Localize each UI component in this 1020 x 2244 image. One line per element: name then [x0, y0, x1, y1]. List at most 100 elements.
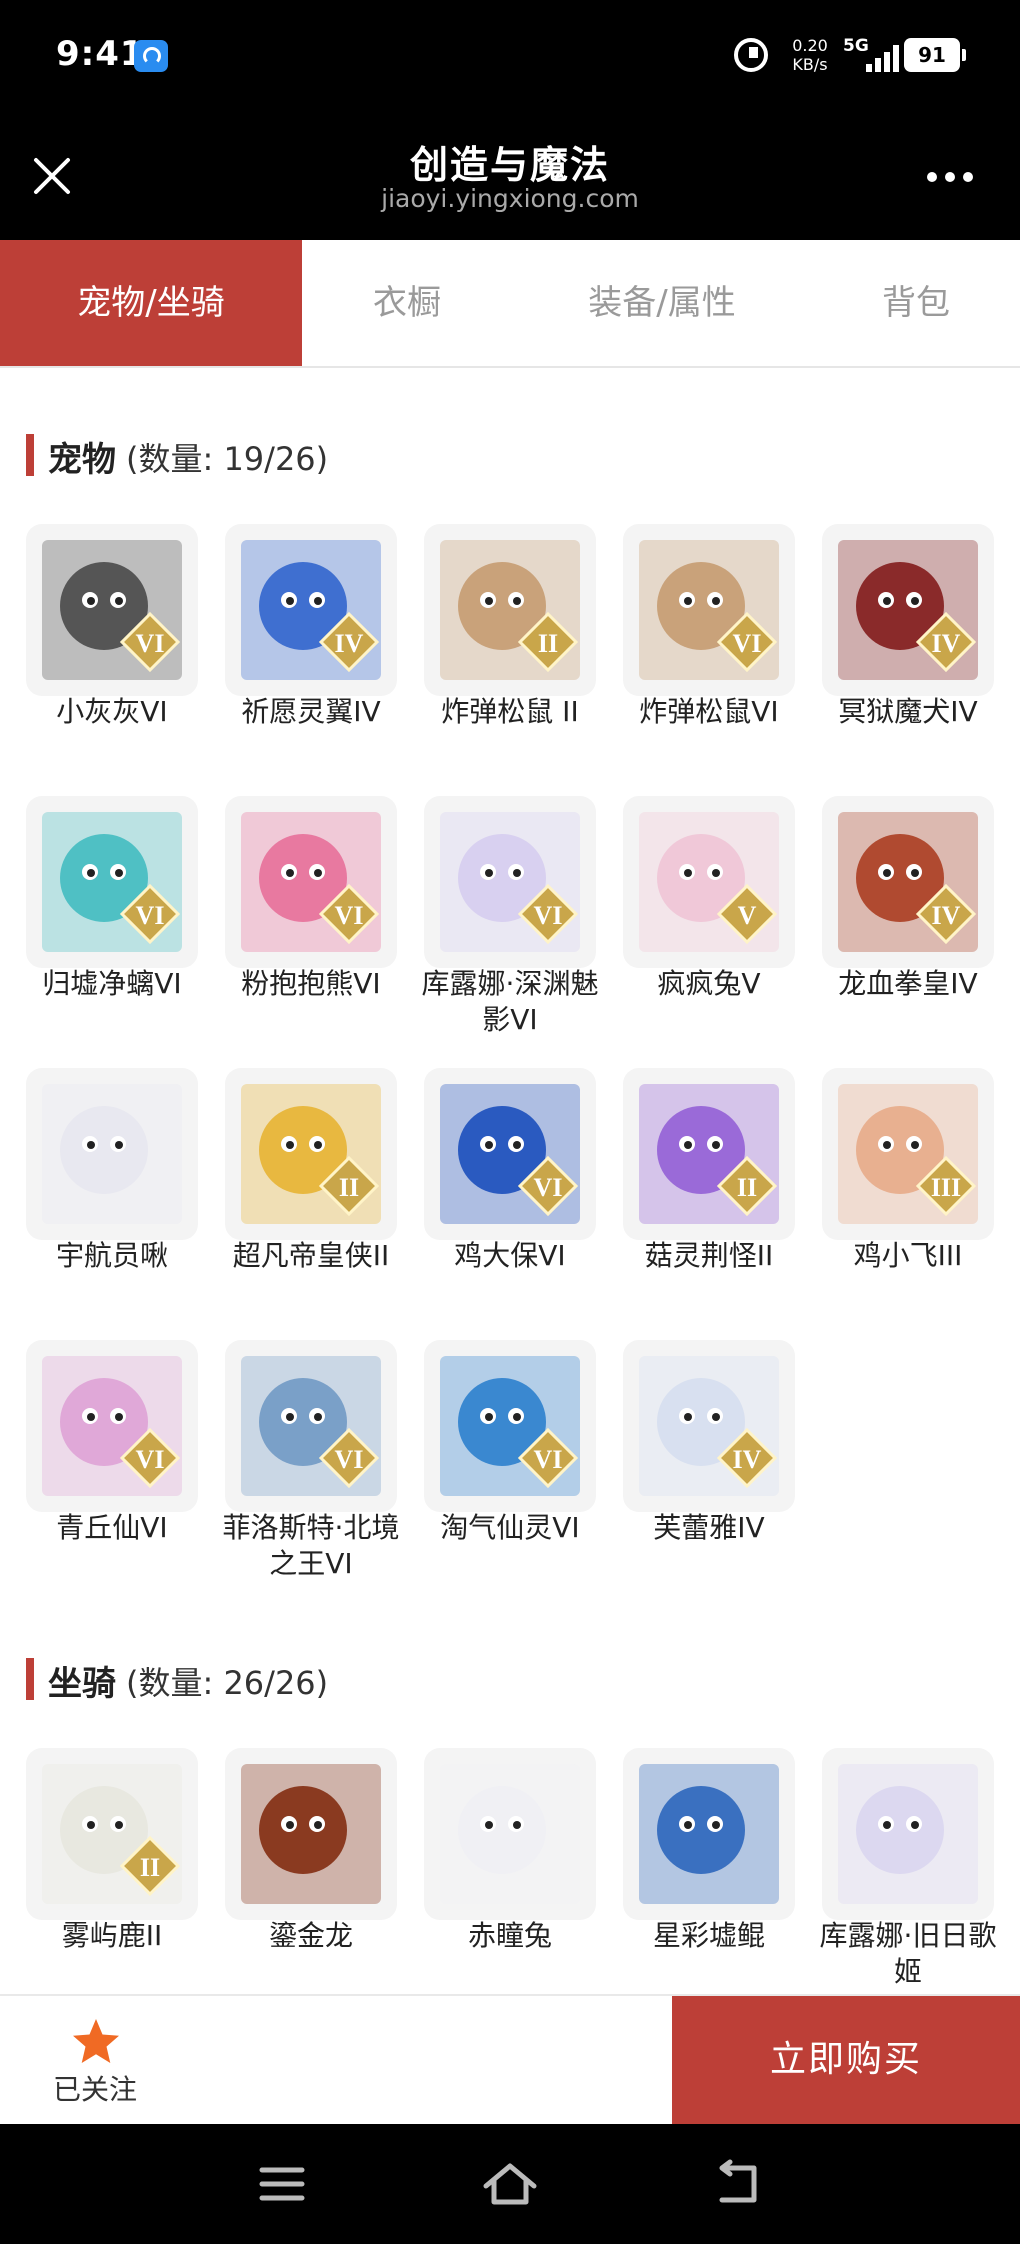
signal-icon — [862, 42, 902, 72]
svg-text:VI: VI — [136, 901, 165, 930]
svg-text:VI: VI — [733, 629, 762, 658]
item-name: 超凡帝皇侠II — [232, 1239, 390, 1272]
svg-text:II: II — [339, 1173, 359, 1202]
item-name: 星彩墟鲲 — [652, 1919, 765, 1952]
pets-section-title: 宠物 — [48, 440, 116, 480]
network-speed: 0.20 KB/s — [785, 36, 835, 74]
svg-text:VI: VI — [534, 1173, 563, 1202]
item-thumbnail — [623, 1748, 795, 1920]
svg-text:IV: IV — [932, 629, 961, 658]
creature-portrait — [440, 1764, 580, 1904]
mounts-section-title: 坐骑 — [48, 1664, 116, 1704]
creature-portrait: VI — [440, 812, 580, 952]
buy-now-button[interactable]: 立即购买 — [672, 1996, 1020, 2124]
item-name: 菲洛斯特·北境之王VI — [222, 1511, 400, 1580]
follow-button[interactable]: 已关注 — [0, 1996, 190, 2124]
item-thumbnail — [822, 1748, 994, 1920]
item-thumbnail: VI — [424, 796, 596, 968]
follow-label: 已关注 — [52, 2073, 137, 2106]
tab-backpack[interactable]: 背包 — [812, 240, 1020, 366]
item-name: 冥狱魔犬IV — [838, 695, 978, 728]
item-thumbnail: IV — [225, 524, 397, 696]
section-marker — [26, 1658, 34, 1700]
creature-portrait — [42, 1084, 182, 1224]
svg-text:IV: IV — [335, 629, 364, 658]
item-thumbnail: II — [424, 524, 596, 696]
home-icon[interactable] — [480, 2154, 540, 2214]
page-title: 创造与魔法 — [409, 143, 610, 187]
creature-portrait: IV — [838, 812, 978, 952]
item-name: 炸弹松鼠VI — [639, 695, 779, 728]
creature-portrait: III — [838, 1084, 978, 1224]
title-bar: 创造与魔法 jiaoyi.yingxiong.com — [0, 112, 1020, 240]
creature-portrait — [639, 1764, 779, 1904]
creature-portrait — [838, 1764, 978, 1904]
item-thumbnail: VI — [424, 1340, 596, 1512]
item-thumbnail: VI — [623, 524, 795, 696]
item-name: 雾屿鹿II — [61, 1919, 163, 1952]
item-thumbnail: VI — [26, 796, 198, 968]
item-name: 粉抱抱熊VI — [241, 967, 381, 1000]
network-speed-value: 0.20 — [792, 36, 828, 55]
section-marker — [26, 434, 34, 476]
alarm-icon — [734, 38, 768, 72]
item-thumbnail: VI — [424, 1068, 596, 1240]
creature-portrait: VI — [241, 1356, 381, 1496]
creature-portrait: IV — [838, 540, 978, 680]
svg-text:VI: VI — [136, 629, 165, 658]
category-tabs: 宠物/坐骑 衣橱 装备/属性 背包 — [0, 240, 1020, 368]
item-name: 龙血拳皇IV — [838, 967, 978, 1000]
item-name: 淘气仙灵VI — [440, 1511, 580, 1544]
item-thumbnail — [26, 1068, 198, 1240]
item-name: 疯疯兔V — [657, 967, 761, 1000]
tab-equipment[interactable]: 装备/属性 — [512, 240, 812, 366]
item-name: 炸弹松鼠 II — [441, 695, 579, 728]
item-thumbnail — [225, 1748, 397, 1920]
item-name: 青丘仙VI — [56, 1511, 168, 1544]
creature-portrait: VI — [639, 540, 779, 680]
pets-section-header: 宠物 (数量: 19/26) — [26, 432, 726, 480]
item-name: 库露娜·深渊魅影VI — [421, 967, 599, 1036]
item-name: 芙蕾雅IV — [653, 1511, 765, 1544]
more-button[interactable] — [920, 160, 980, 192]
bottom-action-bar: 已关注 立即购买 — [0, 1994, 1020, 2124]
item-name: 鸡大保VI — [454, 1239, 566, 1272]
svg-text:VI: VI — [534, 1445, 563, 1474]
svg-text:VI: VI — [534, 901, 563, 930]
creature-portrait: VI — [440, 1084, 580, 1224]
creature-portrait: VI — [440, 1356, 580, 1496]
item-name: 鎏金龙 — [268, 1919, 353, 1952]
svg-text:II: II — [140, 1853, 160, 1882]
item-thumbnail: VI — [225, 796, 397, 968]
creature-portrait: II — [42, 1764, 182, 1904]
item-thumbnail: IV — [623, 1340, 795, 1512]
page-url: jiaoyi.yingxiong.com — [381, 184, 639, 213]
status-bar: 9:41 0.20 KB/s 5G 91 — [0, 0, 1020, 112]
creature-portrait: II — [440, 540, 580, 680]
item-thumbnail: V — [623, 796, 795, 968]
item-name: 菇灵荆怪II — [644, 1239, 774, 1272]
pets-section-count: (数量: 19/26) — [126, 440, 329, 478]
item-name: 宇航员啾 — [55, 1239, 168, 1272]
more-icon — [927, 172, 937, 182]
svg-text:VI: VI — [335, 1445, 364, 1474]
menu-icon[interactable] — [252, 2154, 312, 2214]
tab-pets-mounts[interactable]: 宠物/坐骑 — [0, 240, 302, 366]
tab-wardrobe[interactable]: 衣橱 — [302, 240, 512, 366]
item-thumbnail: VI — [26, 1340, 198, 1512]
creature-portrait: IV — [241, 540, 381, 680]
item-thumbnail: IV — [822, 796, 994, 968]
creature-portrait: IV — [639, 1356, 779, 1496]
creature-portrait: VI — [42, 540, 182, 680]
item-thumbnail: III — [822, 1068, 994, 1240]
battery-icon: 91 — [904, 38, 966, 72]
creature-portrait: VI — [42, 812, 182, 952]
back-icon[interactable] — [708, 2154, 768, 2214]
item-name: 祈愿灵翼IV — [241, 695, 381, 728]
network-speed-unit: KB/s — [792, 55, 828, 74]
app-notification-icon — [134, 40, 168, 72]
star-icon — [73, 2019, 119, 2063]
svg-text:III: III — [931, 1173, 961, 1202]
item-name: 归墟净螭VI — [42, 967, 182, 1000]
item-name: 赤瞳兔 — [467, 1919, 552, 1952]
